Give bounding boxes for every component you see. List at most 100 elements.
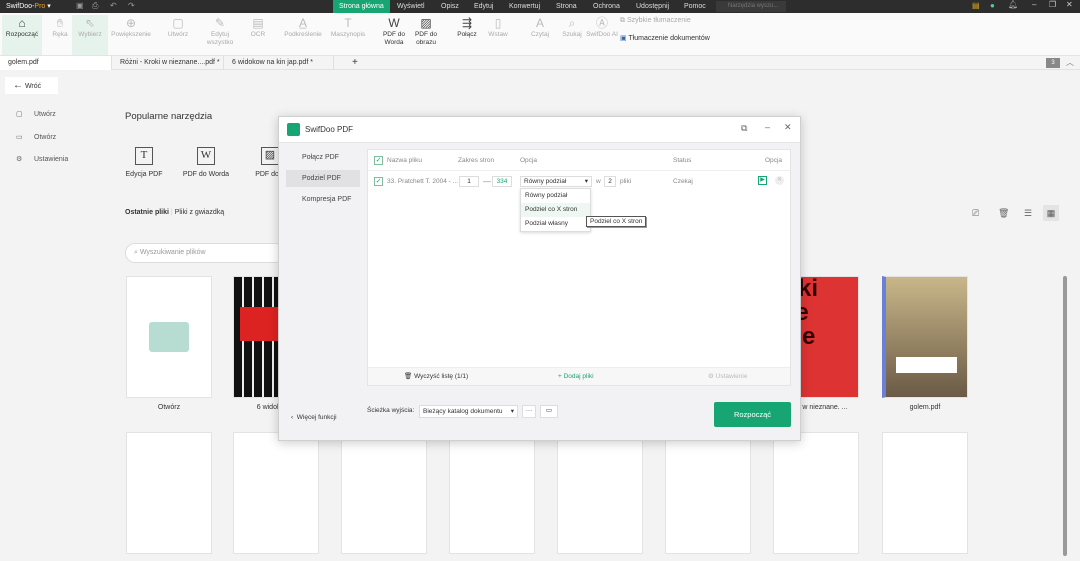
more-functions-link[interactable]: ‹ Więcej funkcji [291,414,337,421]
close-icon[interactable]: ✕ [784,122,792,133]
page-from-input[interactable]: 1 [459,176,479,187]
minimize-icon[interactable]: – [765,122,770,132]
ribbon-edit-all[interactable]: ✎ Edytuj wszystko [200,15,240,47]
menu-page[interactable]: Strona [550,0,583,13]
page-to-input[interactable]: 334 [492,176,512,187]
tab-recent[interactable]: Ostatnie pliki [125,209,169,216]
premium-icon[interactable]: ▤ [972,1,980,10]
sidebar-item-create[interactable]: ▢ Utwórz [16,110,56,118]
play-icon[interactable]: ▶ [758,176,767,185]
tab-starred[interactable]: Pliki z gwiazdką [175,209,224,216]
image-icon: ▨ [420,16,432,30]
file-thumbnail[interactable] [665,432,751,554]
tool-edit-pdf[interactable]: T Edycja PDF [114,147,174,178]
split-mode-select[interactable]: Równy podział ▾ [520,176,592,187]
option-every-x-pages[interactable]: Podziel co X stron [521,203,590,217]
close-icon[interactable]: ✕ [1066,0,1073,9]
clear-list-button[interactable]: 🗑︎ Wyczyść listę (1/1) [404,368,468,386]
ribbon-typewriter[interactable]: T Maszynopis [328,15,368,39]
zoom-icon: ⊕ [125,16,137,30]
ribbon-underline[interactable]: A̲ Podkreślenie [280,15,326,39]
file-tab[interactable]: Różni - Kroki w nieznane....pdf * [112,56,224,70]
nav-split-pdf[interactable]: Podziel PDF [286,170,360,187]
menu-convert[interactable]: Konwertuj [503,0,546,13]
file-thumbnail[interactable] [341,432,427,554]
edit-icon: ✎ [214,16,226,30]
tool-search-input[interactable]: Narzędzia wyszu... [716,1,786,12]
file-thumbnail[interactable] [233,432,319,554]
remove-icon[interactable]: ✕ [775,176,784,185]
scrollbar[interactable] [1063,276,1067,556]
sidebar-item-open[interactable]: ▭ Otwórz [16,133,56,141]
restore-icon[interactable]: ❐ [1049,0,1056,9]
open-file-card[interactable] [126,276,212,398]
file-tab[interactable]: 6 widokow na kin jap.pdf * [224,56,334,70]
file-search-input[interactable]: ⌕ Wyszukiwanie plików [125,243,285,263]
ribbon-create[interactable]: ▢ Utwórz [158,15,198,39]
menu-home[interactable]: Strona główna [333,0,390,13]
minimize-icon[interactable]: – [1032,0,1036,9]
row-checkbox[interactable]: ✓ [374,177,383,186]
list-view-icon[interactable]: ☰ [1024,208,1032,219]
collapse-icon[interactable]: ︿ [1066,57,1074,68]
ribbon-ai[interactable]: Ⓐ SwifDoo AI [582,15,622,39]
menu-edit[interactable]: Edytuj [468,0,499,13]
title-bar: SwifDoo-Pro ▾ ▣ ⎙ ↶ ↷ Strona główna Wyśw… [0,0,1080,13]
menu-view[interactable]: Wyświetl [391,0,431,13]
settings-button[interactable]: ⚙ Ustawienie [708,368,747,386]
app-logo[interactable]: SwifDoo-Pro ▾ [6,2,51,10]
ribbon-insert[interactable]: ▯ Wstaw [478,15,518,39]
image-icon: ▨ [261,147,279,165]
ribbon-select[interactable]: ⇖ Wybierz [72,15,108,55]
file-count-input[interactable]: 2 [604,176,616,187]
file-thumbnail[interactable] [882,276,968,398]
file-tab[interactable]: golem.pdf [0,56,112,70]
print-icon[interactable]: ⎙ [92,1,98,11]
browse-button[interactable]: ··· [522,405,536,418]
new-tab-button[interactable]: + [344,56,358,70]
file-thumbnail[interactable] [882,432,968,554]
undo-icon[interactable]: ↶ [110,1,117,10]
file-thumbnail[interactable] [773,432,859,554]
option-equal-split[interactable]: Równy podział [521,189,590,203]
redo-icon[interactable]: ↷ [128,1,135,10]
tab-count-badge[interactable]: 3 [1046,58,1060,68]
output-path-select[interactable]: Bieżący katalog dokumentu ▾ [419,405,518,418]
col-actions: Opcja [765,157,782,164]
ribbon-zoom[interactable]: ⊕ Powiększenie [108,15,154,39]
tool-pdf-to-word[interactable]: W PDF do Worda [176,147,236,178]
menu-share[interactable]: Udostępnij [630,0,675,13]
save-icon[interactable]: ▣ [76,1,84,10]
user-icon[interactable]: ● [990,1,995,10]
file-thumbnail[interactable] [126,432,212,554]
menu-annotate[interactable]: Opisz [435,0,465,13]
ocr-icon: ▤ [252,16,264,30]
select-all-checkbox[interactable]: ✓ [374,156,383,165]
nav-compress-pdf[interactable]: Kompresja PDF [286,191,360,208]
grid-view-icon[interactable]: ▦ [1043,205,1059,221]
back-button[interactable]: ← Wróć [5,77,58,94]
pin-icon[interactable]: ⧉ [741,123,747,134]
start-button[interactable]: Rozpocząć [714,402,791,427]
menu-help[interactable]: Pomoc [678,0,712,13]
nav-merge-pdf[interactable]: Połącz PDF [286,149,360,166]
scan-icon[interactable]: ⎚ [972,208,979,219]
menu-protect[interactable]: Ochrona [587,0,626,13]
document-translate-button[interactable]: ▣ Tłumaczenie dokumentów [620,34,710,42]
ribbon-pdf-to-image[interactable]: ▨ PDF do obrazu [406,15,446,47]
ribbon-start[interactable]: ⌂ Rozpocząć [2,15,42,55]
file-thumbnail[interactable] [557,432,643,554]
col-status: Status [673,157,692,164]
open-folder-icon[interactable]: ▭ [540,405,558,418]
option-custom-split[interactable]: Podział własny [521,217,590,231]
trash-icon[interactable]: 🗑︎ [998,208,1009,219]
ribbon-toolbar: ⌂ Rozpocząć ✋︎ Ręka ⇖ Wybierz ⊕ Powiększenie… [0,13,1080,56]
quick-translate-button[interactable]: ⧉ Szybkie tłumaczenie [620,17,691,25]
status-text: Czekaj [673,178,693,185]
file-thumbnail[interactable] [449,432,535,554]
ribbon-ocr[interactable]: ▤ OCR [238,15,278,39]
add-files-button[interactable]: + Dodaj pliki [558,368,594,386]
sidebar-item-settings[interactable]: ⚙ Ustawienia [16,155,68,163]
file-label: golem.pdf [909,404,941,411]
bell-icon[interactable]: 🔔︎ [1008,0,1018,9]
